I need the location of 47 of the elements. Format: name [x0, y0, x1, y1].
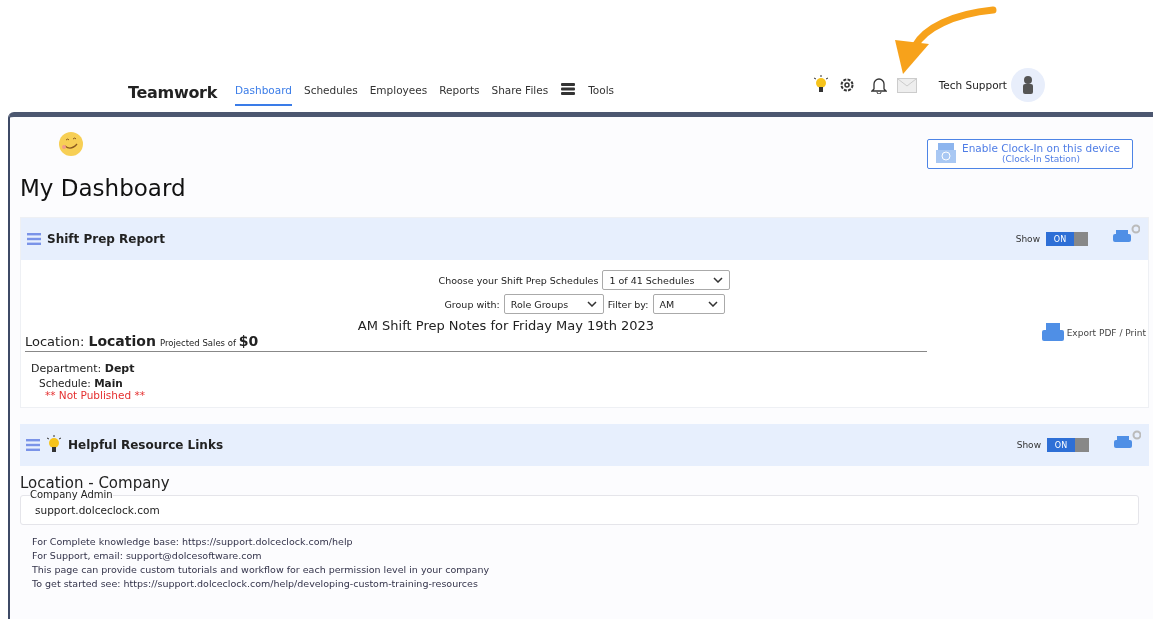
stack-icon[interactable] — [560, 82, 577, 96]
filter-label: Filter by: — [607, 298, 649, 310]
page-title: My Dashboard — [20, 175, 187, 201]
bell-icon[interactable] — [870, 76, 887, 94]
show-label: Show — [1015, 234, 1040, 244]
nav-tab[interactable]: Dashboard — [235, 74, 292, 106]
settings-icon[interactable] — [838, 77, 855, 93]
nav-tab[interactable]: Schedules — [304, 74, 358, 106]
lightbulb-icon[interactable] — [812, 75, 829, 95]
chevron-down-icon — [707, 301, 718, 307]
avatar[interactable] — [1011, 68, 1045, 102]
lightbulb-icon — [46, 435, 62, 455]
help-text: This page can provide custom tutorials and workflow for each permission level in your company — [32, 563, 491, 577]
logo[interactable]: Teamwork — [128, 83, 217, 102]
notes-title: AM Shift Prep Notes for Friday May 19th 2023 — [356, 318, 656, 333]
printer-icon — [1040, 322, 1065, 344]
group-label: Group with: — [444, 298, 500, 310]
help-text: For Support, email: support@dolcesoftware.com — [32, 549, 263, 563]
help-text: To get started see: https://support.dolceclock.com/help/developing-custom-training-resources — [32, 577, 479, 591]
field-label: Company Admin — [30, 489, 113, 500]
nav-tab[interactable]: Share Files — [491, 74, 549, 106]
nav-tab[interactable]: Tools — [588, 74, 615, 106]
enable-clock-in-button[interactable]: Enable Clock-In on this device (Clock-In Station) — [927, 139, 1133, 169]
export-link[interactable]: Export PDF / Print — [1040, 322, 1146, 344]
user-name[interactable]: Tech Support — [938, 79, 1007, 91]
section-title: Helpful Resource Links — [68, 438, 224, 452]
show-toggle[interactable]: ON — [1046, 232, 1088, 246]
menu-icon[interactable] — [26, 439, 40, 451]
chevron-down-icon — [713, 277, 724, 283]
section-title: Shift Prep Report — [47, 232, 165, 246]
help-text: For Complete knowledge base: https://support.dolceclock.com/help — [32, 535, 354, 549]
show-toggle[interactable]: ON — [1047, 438, 1089, 452]
group-dropdown[interactable]: Role Groups — [503, 294, 604, 314]
chevron-down-icon — [586, 301, 597, 307]
filter-dropdown[interactable]: AM — [652, 294, 725, 314]
nav-tab[interactable]: Reports — [439, 74, 480, 106]
schedules-dropdown[interactable]: 1 of 41 Schedules — [602, 270, 731, 290]
department-line: Department: Dept — [31, 362, 136, 375]
smiley-icon — [58, 131, 84, 157]
menu-icon[interactable] — [27, 233, 41, 245]
schedule-line: Schedule: Main — [39, 377, 124, 389]
publish-status: ** Not Published ** — [45, 389, 146, 401]
schedules-label: Choose your Shift Prep Schedules — [438, 274, 599, 286]
show-label: Show — [1016, 440, 1041, 450]
clock-station-icon — [936, 142, 957, 164]
nav-tab[interactable]: Employees — [369, 74, 428, 106]
location-line: Location: Location Projected Sales of $0 — [25, 333, 927, 352]
